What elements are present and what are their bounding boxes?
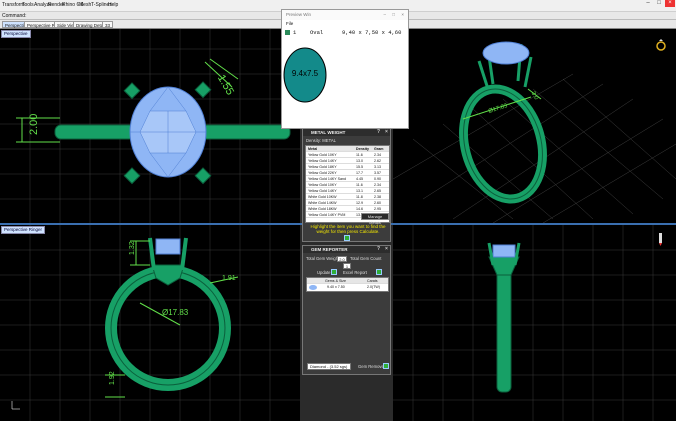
gem-reporter-title: GEM REPORTER ? ×: [303, 246, 390, 253]
viewport-bottom-right[interactable]: [393, 225, 676, 421]
metal-weight-title: METAL WEIGHT ? ×: [303, 129, 390, 136]
pen-icon: [659, 233, 662, 246]
panel-help-button[interactable]: ?: [375, 129, 382, 135]
viewport-top-right[interactable]: Ø17.83 3.0: [393, 29, 676, 223]
viewport-top-left[interactable]: 1.55 2.00 Perspective: [0, 29, 300, 223]
preview-minimize-button[interactable]: –: [383, 10, 386, 20]
preview-canvas: 9.4x7.5: [283, 47, 327, 103]
tab-33[interactable]: 33: [102, 21, 114, 28]
material-select[interactable]: Diamond - (3.52 sgs): [307, 363, 351, 370]
ring-band: [105, 265, 231, 391]
preview-gem-label: 9.4x7.5: [292, 69, 319, 78]
gem-table[interactable]: Gems & Size Carats 9.40 x 7.50 2.0(TW): [306, 277, 389, 292]
calculate-check[interactable]: [344, 235, 350, 241]
manage-metals-button[interactable]: Manage Metals: [361, 213, 389, 225]
gem-help-button[interactable]: ?: [375, 246, 382, 252]
dim-top: 1.55: [215, 73, 236, 98]
preview-maximize-button[interactable]: □: [392, 10, 395, 20]
gem-close-button[interactable]: ×: [383, 246, 390, 252]
axis-icon: [11, 401, 20, 410]
minimize-button[interactable]: –: [643, 0, 653, 7]
total-weight-label: Total Gem Weight: [306, 256, 340, 261]
panel-close-button[interactable]: ×: [383, 129, 390, 135]
dim-side: 2.00: [28, 114, 40, 135]
preview-window: Preview Win – □ × File 1 Oval 9,40 x 7,5…: [281, 9, 409, 129]
gem-color-swatch: [285, 30, 290, 35]
dim-right: 1.91: [222, 275, 236, 282]
metal-table[interactable]: Metal Density Gram Yellow Gold 10KY 11.6 2…: [305, 145, 390, 223]
dim-inner: Ø17.83: [162, 308, 189, 317]
metal-label: Density: METAL: [306, 138, 336, 143]
viewport-label-ringer: Perspective Ringer: [1, 226, 46, 234]
dim-bottom: 1.92: [109, 371, 116, 385]
metal-weight-panel: METAL WEIGHT ? × Density: METAL Metal De…: [302, 128, 391, 242]
gem-remover-label: Gem Remover: [358, 364, 386, 369]
update-check[interactable]: [331, 269, 337, 275]
update-label: Update: [317, 270, 331, 275]
viewport-bottom-left[interactable]: 1.32 1.91 Ø17.83 1.92 Perspective Ringer: [0, 225, 300, 421]
menu-help[interactable]: Help: [108, 2, 118, 8]
gem: [155, 238, 181, 255]
gem-side: [492, 244, 516, 258]
gem-thumb-icon: [309, 285, 317, 290]
close-button[interactable]: ×: [665, 0, 675, 7]
excel-report-label: Excel Report: [343, 270, 367, 275]
head: [151, 264, 185, 286]
total-weight-value: 2.0: [337, 256, 347, 262]
gem-remover-check[interactable]: [383, 363, 389, 369]
total-count-value: 1: [343, 263, 351, 269]
command-label: Command:: [2, 13, 27, 19]
dim-top: 1.32: [129, 241, 136, 255]
metal-hint: Highlight the item you want to find the …: [310, 224, 386, 234]
preview-title-bar[interactable]: Preview Win – □ ×: [282, 10, 408, 20]
menu-tools[interactable]: Tools: [22, 2, 34, 8]
total-count-label: Total Gem Count: [350, 256, 382, 261]
gem-reporter-panel: GEM REPORTER ? × Total Gem Weight 2.0 To…: [302, 245, 391, 375]
viewport-label: Perspective: [1, 30, 31, 38]
dim-height: 3.0: [530, 91, 540, 102]
preview-close-button[interactable]: ×: [401, 10, 404, 20]
ring-icon: [656, 39, 666, 51]
maximize-button[interactable]: □: [654, 0, 664, 7]
menu-mesh[interactable]: Mesh: [79, 2, 91, 8]
gem: [482, 41, 530, 65]
gem-row[interactable]: 9.40 x 7.50 2.0(TW): [307, 284, 388, 291]
preview-menu-file[interactable]: File: [282, 20, 408, 28]
shank-side: [496, 269, 512, 393]
preview-gem-row[interactable]: 1 Oval 9,40 x 7,50 x 4,60: [282, 28, 408, 37]
excel-report-check[interactable]: [376, 269, 382, 275]
